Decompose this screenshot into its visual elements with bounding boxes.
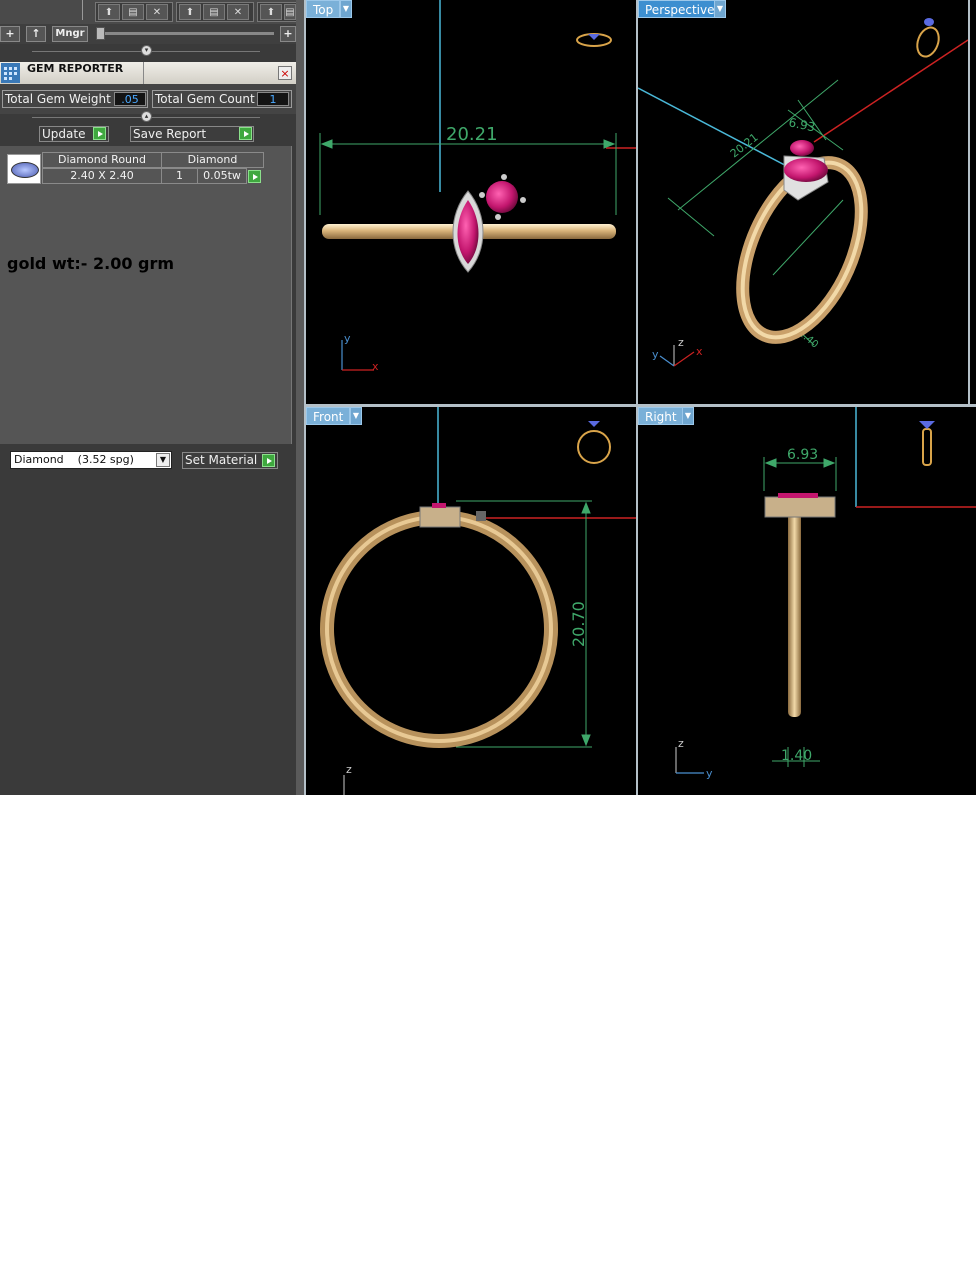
total-count-value: 1 bbox=[257, 92, 289, 106]
axis-y-label: y bbox=[344, 332, 351, 345]
diamond-round-thumbnail[interactable] bbox=[7, 154, 41, 184]
gem-count-cell: 1 bbox=[161, 168, 198, 184]
total-weight-value: .05 bbox=[114, 92, 146, 106]
perspective-dimension-a: 6.93 bbox=[787, 115, 816, 134]
manager-button[interactable]: Mngr bbox=[52, 26, 88, 42]
front-view-canvas: 20.70 z bbox=[320, 407, 636, 795]
top-viewport[interactable]: Top ▼ 20.21 y x bbox=[306, 0, 636, 404]
left-panel: ⬆ ▤ ✕ ⬆ ▤ ✕ ⬆ ▤ + ↑ Mngr + ▾ GEM REPORTE… bbox=[0, 0, 298, 795]
view-cube-top-icon[interactable] bbox=[576, 33, 612, 47]
update-label: Update bbox=[42, 127, 86, 141]
material-select[interactable]: Diamond (3.52 spg) ▼ bbox=[10, 451, 172, 469]
front-dimension: 20.70 bbox=[569, 601, 588, 647]
gem-reporter-header: GEM REPORTER × bbox=[0, 62, 296, 84]
add-button[interactable]: + bbox=[0, 26, 20, 42]
slider-plus-button[interactable]: + bbox=[280, 26, 296, 42]
axis-z-label: z bbox=[346, 763, 352, 776]
delete-icon[interactable]: ✕ bbox=[227, 4, 249, 20]
move-up-icon[interactable]: ⬆ bbox=[179, 4, 201, 20]
perspective-viewport[interactable]: Perspective ▼ 6.93 20.21 1.40 z y x bbox=[638, 0, 968, 404]
move-up-icon[interactable]: ⬆ bbox=[260, 4, 282, 20]
top-view-canvas: 20.21 y x bbox=[319, 0, 636, 373]
right-viewport[interactable]: Right ▼ 6.93 1.40 z y bbox=[638, 407, 976, 795]
view-cube-perspective-icon[interactable] bbox=[913, 18, 942, 60]
right-dimension-top: 6.93 bbox=[787, 447, 818, 463]
gem-row-play-icon[interactable] bbox=[248, 170, 261, 183]
panel-separator[interactable] bbox=[296, 0, 304, 795]
toolbar-strip: ⬆ ▤ ✕ ⬆ ▤ ✕ ⬆ ▤ bbox=[0, 0, 298, 24]
view-cube-right-icon[interactable] bbox=[919, 421, 935, 466]
gem-shape-cell: Diamond Round bbox=[42, 152, 162, 168]
set-material-play-icon[interactable] bbox=[262, 454, 275, 467]
gem-size-cell: 2.40 X 2.40 bbox=[42, 168, 162, 184]
gem-reporter-icon bbox=[1, 63, 20, 83]
set-material-label: Set Material bbox=[185, 453, 258, 467]
viewport-border-right bbox=[968, 0, 970, 404]
save-icon[interactable]: ▤ bbox=[203, 4, 225, 20]
gem-material-cell: Diamond bbox=[161, 152, 264, 168]
total-count-label: Total Gem Count bbox=[155, 92, 255, 106]
matrix-app-window: ⬆ ▤ ✕ ⬆ ▤ ✕ ⬆ ▤ + ↑ Mngr + ▾ GEM REPORTE… bbox=[0, 0, 976, 795]
gem-totals: Total Gem Weight .05 Total Gem Count 1 bbox=[0, 84, 296, 114]
front-viewport[interactable]: Front ▼ 20.70 z bbox=[306, 407, 636, 795]
opacity-slider-track[interactable] bbox=[104, 32, 274, 35]
right-view-canvas: 6.93 1.40 z y bbox=[675, 407, 976, 780]
top-dimension: 20.21 bbox=[446, 124, 498, 145]
toolbar-group-3: ⬆ ▤ bbox=[257, 2, 297, 22]
axis-z-label: z bbox=[678, 737, 684, 750]
material-panel: Diamond (3.52 spg) ▼ Set Material bbox=[0, 444, 296, 795]
gem-icon bbox=[11, 162, 39, 178]
gem-weight-cell: 0.05tw bbox=[197, 168, 247, 184]
update-play-icon[interactable] bbox=[93, 127, 106, 140]
collapse-icon[interactable]: ▾ bbox=[141, 45, 152, 56]
right-dimension-bottom: 1.40 bbox=[781, 748, 812, 764]
gem-reporter-title: GEM REPORTER bbox=[27, 62, 124, 75]
total-weight-label: Total Gem Weight bbox=[5, 92, 111, 106]
axis-x-label: x bbox=[696, 345, 703, 358]
layer-controls: + ↑ Mngr + bbox=[0, 24, 298, 44]
axis-z-label: z bbox=[678, 336, 684, 349]
toolbar-group-2: ⬆ ▤ ✕ bbox=[176, 2, 254, 22]
scroll-indicator bbox=[82, 0, 83, 20]
gem-list: Diamond Round Diamond 2.40 X 2.40 1 0.05… bbox=[0, 146, 292, 444]
save-report-play-icon[interactable] bbox=[239, 127, 252, 140]
save-report-button[interactable]: Save Report bbox=[130, 126, 254, 142]
axis-x-label: x bbox=[372, 360, 379, 373]
expand-icon[interactable]: ▴ bbox=[141, 111, 152, 122]
chevron-down-icon[interactable]: ▼ bbox=[156, 453, 170, 467]
save-report-label: Save Report bbox=[133, 127, 207, 141]
move-up-icon[interactable]: ⬆ bbox=[98, 4, 120, 20]
axis-y-label: y bbox=[706, 767, 713, 780]
up-button[interactable]: ↑ bbox=[26, 26, 46, 42]
toolbar-group-1: ⬆ ▤ ✕ bbox=[95, 2, 173, 22]
material-select-value: Diamond (3.52 spg) bbox=[14, 453, 134, 466]
perspective-view-canvas: 6.93 20.21 1.40 z y x bbox=[638, 18, 968, 367]
delete-icon[interactable]: ✕ bbox=[146, 4, 168, 20]
close-icon[interactable]: × bbox=[278, 66, 292, 80]
header-divider bbox=[143, 62, 144, 84]
axis-y-label: y bbox=[652, 348, 659, 361]
opacity-slider-handle[interactable] bbox=[96, 27, 105, 40]
gold-weight-note: gold wt:- 2.00 grm bbox=[7, 254, 175, 273]
view-cube-front-icon[interactable] bbox=[577, 421, 611, 464]
save-icon[interactable]: ▤ bbox=[122, 4, 144, 20]
save-icon[interactable]: ▤ bbox=[284, 4, 296, 20]
